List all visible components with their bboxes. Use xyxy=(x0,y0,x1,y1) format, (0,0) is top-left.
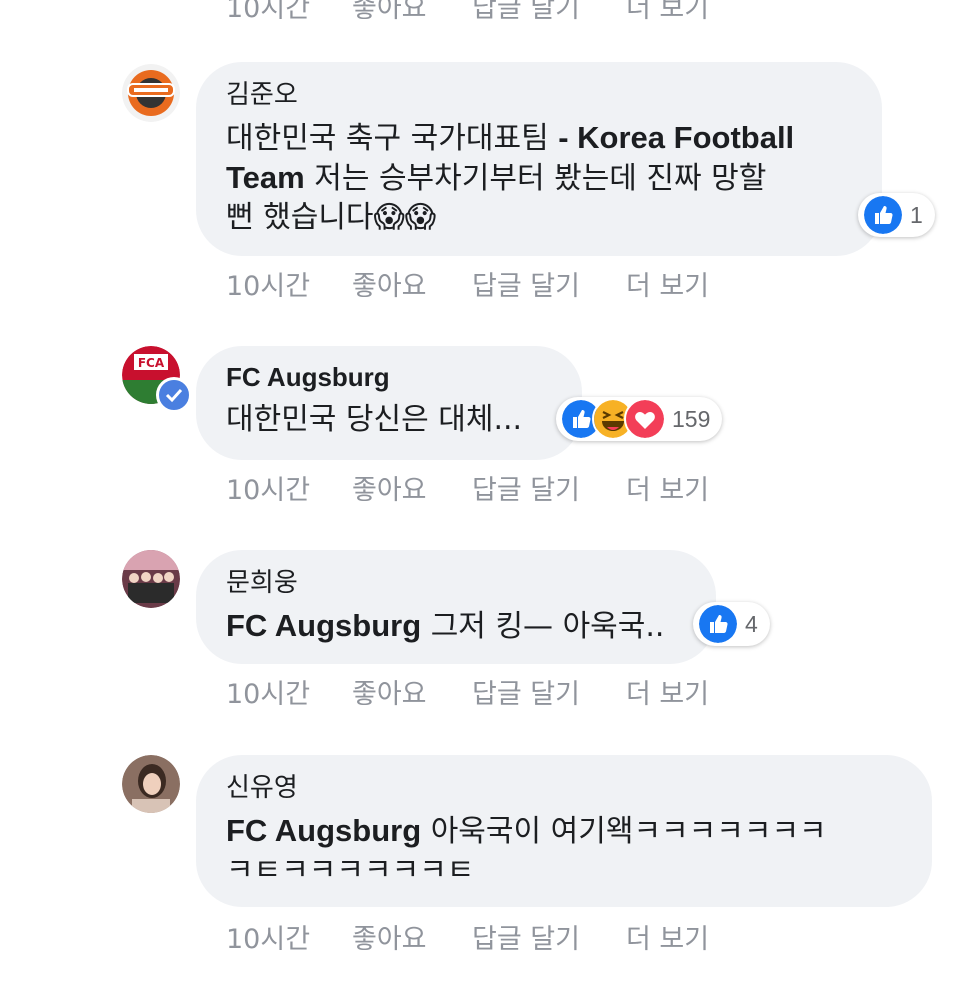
reply-action[interactable]: 답글 달기 xyxy=(472,917,580,956)
comment-actions: 10시간 좋아요 답글 달기 더 보기 xyxy=(226,672,726,710)
comment-time: 10시간 xyxy=(226,271,311,302)
comment: 신유영 FC Augsburg 아욱국이 여기왝ㅋㅋㅋㅋㅋㅋㅋ ㅋㅌㅋㅋㅋㅋㅋㅋ… xyxy=(0,715,960,993)
love-icon xyxy=(624,398,666,440)
reaction-count: 4 xyxy=(745,610,758,637)
comment-actions: 10시간 좋아요 답글 달기 더 보기 xyxy=(226,917,726,955)
comment-text: 대한민국 당신은 대체... xyxy=(226,402,523,437)
reply-action[interactable]: 답글 달기 xyxy=(472,264,580,303)
comment-time: 10시간 xyxy=(226,924,311,955)
reaction-count: 159 xyxy=(672,405,711,432)
like-icon xyxy=(862,194,904,236)
mention-tag[interactable]: FC Augsburg xyxy=(226,608,421,643)
comment-author[interactable]: 문희웅 xyxy=(226,562,298,599)
comment-time: 10시간 xyxy=(226,679,311,710)
more-action[interactable]: 더 보기 xyxy=(626,672,709,711)
like-action[interactable]: 좋아요 xyxy=(352,468,427,507)
comment-text-line: 뻔 했습니다😱😱 xyxy=(226,200,437,235)
comment-text: 저는 승부차기부터 봤는데 진짜 망할 xyxy=(304,161,767,196)
comment-text-line: ㅋㅌㅋㅋㅋㅋㅋㅋㅌ xyxy=(226,853,475,888)
verified-badge-icon xyxy=(156,377,192,413)
comment-text-line: FC Augsburg 아욱국이 여기왝ㅋㅋㅋㅋㅋㅋㅋ xyxy=(226,811,827,852)
mention-tag[interactable]: FC Augsburg xyxy=(226,813,421,848)
like-action[interactable]: 좋아요 xyxy=(352,917,427,956)
more-action[interactable]: 더 보기 xyxy=(626,264,709,303)
comment-time: 10시간 xyxy=(226,475,311,506)
svg-text:FCA: FCA xyxy=(138,356,165,370)
avatar[interactable] xyxy=(122,755,180,813)
comment-bubble[interactable]: 문희웅 FC Augsburg 그저 킹— 아욱국.. xyxy=(196,550,716,664)
comment-text-line: Team 저는 승부차기부터 봤는데 진짜 망할 xyxy=(226,158,766,199)
mention-tag[interactable]: Team xyxy=(226,160,305,195)
reply-action[interactable]: 답글 달기 xyxy=(472,468,580,507)
more-action[interactable]: 더 보기 xyxy=(626,917,709,956)
comment-bubble[interactable]: FC Augsburg 대한민국 당신은 대체... xyxy=(196,346,582,460)
like-action[interactable]: 좋아요 xyxy=(352,672,427,711)
profile-photo-icon xyxy=(122,755,180,813)
comment-text: 그저 킹— 아욱국.. xyxy=(421,609,665,644)
comment-text-line: FC Augsburg 그저 킹— 아욱국.. xyxy=(226,606,664,647)
reaction-summary[interactable]: 1 xyxy=(858,193,935,237)
avatar[interactable] xyxy=(122,64,180,122)
comment-actions: 10시간 좋아요 답글 달기 더 보기 xyxy=(226,264,726,302)
group-photo-icon xyxy=(122,550,180,608)
reply-action[interactable]: 답글 달기 xyxy=(472,672,580,711)
comment-author[interactable]: 신유영 xyxy=(226,767,298,804)
mention-tag[interactable]: - Korea Football xyxy=(558,120,794,155)
comment: FCA FC Augsburg 대한민국 당신은 대체... 159 10시간 … xyxy=(0,300,960,510)
comment: 문희웅 FC Augsburg 그저 킹— 아욱국.. 4 10시간 좋아요 답… xyxy=(0,510,960,715)
comment-bubble[interactable]: 김준오 대한민국 축구 국가대표팀 - Korea Football Team … xyxy=(196,62,882,256)
comment: 김준오 대한민국 축구 국가대표팀 - Korea Football Team … xyxy=(0,0,960,302)
reaction-summary[interactable]: 159 xyxy=(556,397,723,441)
more-action[interactable]: 더 보기 xyxy=(626,468,709,507)
comment-author[interactable]: 김준오 xyxy=(226,74,298,111)
like-action[interactable]: 좋아요 xyxy=(352,264,427,303)
like-icon xyxy=(697,603,739,645)
reaction-count: 1 xyxy=(910,201,923,228)
comment-author[interactable]: FC Augsburg xyxy=(226,362,390,393)
reaction-summary[interactable]: 4 xyxy=(693,602,770,646)
avatar[interactable] xyxy=(122,550,180,608)
eagles-logo-icon xyxy=(122,64,180,122)
comment-bubble[interactable]: 신유영 FC Augsburg 아욱국이 여기왝ㅋㅋㅋㅋㅋㅋㅋ ㅋㅌㅋㅋㅋㅋㅋㅋ… xyxy=(196,755,932,907)
comment-actions: 10시간 좋아요 답글 달기 더 보기 xyxy=(226,468,726,506)
comment-text-line: 대한민국 축구 국가대표팀 - Korea Football xyxy=(226,118,794,159)
comment-text: 아욱국이 여기왝ㅋㅋㅋㅋㅋㅋㅋ xyxy=(421,814,827,849)
comment-text: 대한민국 축구 국가대표팀 xyxy=(226,121,559,156)
